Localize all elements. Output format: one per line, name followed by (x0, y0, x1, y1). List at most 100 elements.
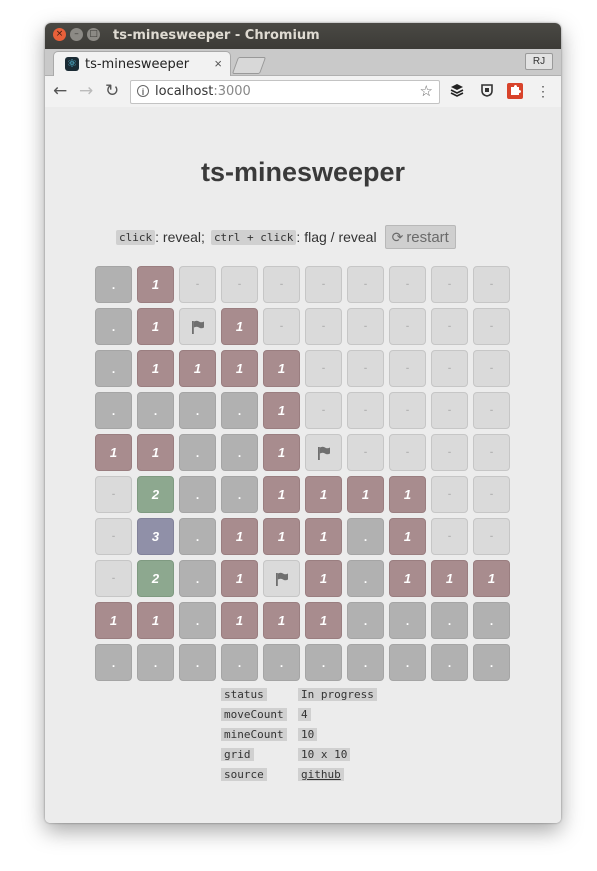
tab-close-icon[interactable]: × (214, 56, 222, 71)
number-cell[interactable]: 1 (221, 602, 258, 639)
hidden-cell[interactable]: - (473, 350, 510, 387)
number-cell[interactable]: 1 (137, 602, 174, 639)
empty-cell[interactable]: . (431, 644, 468, 681)
number-cell[interactable]: 1 (263, 392, 300, 429)
hidden-cell[interactable]: - (95, 560, 132, 597)
empty-cell[interactable]: . (95, 308, 132, 345)
empty-cell[interactable]: . (389, 602, 426, 639)
hidden-cell[interactable]: - (263, 266, 300, 303)
hidden-cell[interactable]: - (95, 518, 132, 555)
reload-icon[interactable]: ↻ (105, 82, 119, 100)
number-cell[interactable]: 1 (221, 518, 258, 555)
hidden-cell[interactable]: - (473, 476, 510, 513)
hidden-cell[interactable]: - (263, 308, 300, 345)
hidden-cell[interactable]: - (389, 266, 426, 303)
flagged-cell[interactable] (263, 560, 300, 597)
empty-cell[interactable]: . (179, 602, 216, 639)
address-bar[interactable]: i localhost:3000 ☆ (130, 80, 440, 104)
number-cell[interactable]: 1 (221, 560, 258, 597)
number-cell[interactable]: 1 (389, 476, 426, 513)
empty-cell[interactable]: . (263, 644, 300, 681)
hidden-cell[interactable]: - (179, 266, 216, 303)
github-link[interactable]: github (298, 768, 344, 781)
hidden-cell[interactable]: - (473, 308, 510, 345)
tab-ts-minesweeper[interactable]: ⚛ ts-minesweeper × (53, 51, 231, 76)
shield-extension-icon[interactable] (479, 83, 495, 99)
empty-cell[interactable]: . (221, 476, 258, 513)
forward-arrow-icon[interactable]: → (79, 82, 93, 100)
hidden-cell[interactable]: - (473, 518, 510, 555)
empty-cell[interactable]: . (95, 644, 132, 681)
empty-cell[interactable]: . (179, 434, 216, 471)
empty-cell[interactable]: . (347, 644, 384, 681)
hidden-cell[interactable]: - (305, 392, 342, 429)
number-cell[interactable]: 1 (263, 602, 300, 639)
hidden-cell[interactable]: - (431, 518, 468, 555)
menu-kebab-icon[interactable]: ⋮ (535, 83, 551, 99)
number-cell[interactable]: 1 (305, 518, 342, 555)
hidden-cell[interactable]: - (347, 350, 384, 387)
empty-cell[interactable]: . (137, 644, 174, 681)
hidden-cell[interactable]: - (473, 392, 510, 429)
hidden-cell[interactable]: - (431, 308, 468, 345)
number-cell[interactable]: 1 (347, 476, 384, 513)
empty-cell[interactable]: . (221, 644, 258, 681)
number-cell[interactable]: 1 (263, 476, 300, 513)
empty-cell[interactable]: . (95, 266, 132, 303)
empty-cell[interactable]: . (179, 560, 216, 597)
empty-cell[interactable]: . (137, 392, 174, 429)
hidden-cell[interactable]: - (431, 350, 468, 387)
empty-cell[interactable]: . (221, 434, 258, 471)
number-cell[interactable]: 1 (221, 308, 258, 345)
hidden-cell[interactable]: - (431, 266, 468, 303)
number-cell[interactable]: 1 (95, 602, 132, 639)
number-cell[interactable]: 1 (389, 518, 426, 555)
number-cell[interactable]: 1 (137, 266, 174, 303)
hidden-cell[interactable]: - (347, 392, 384, 429)
number-cell[interactable]: 1 (179, 350, 216, 387)
empty-cell[interactable]: . (347, 560, 384, 597)
number-cell[interactable]: 2 (137, 476, 174, 513)
hidden-cell[interactable]: - (305, 266, 342, 303)
hidden-cell[interactable]: - (305, 350, 342, 387)
empty-cell[interactable]: . (473, 602, 510, 639)
hidden-cell[interactable]: - (431, 434, 468, 471)
bookmark-star-icon[interactable]: ☆ (420, 82, 433, 100)
hidden-cell[interactable]: - (473, 434, 510, 471)
number-cell[interactable]: 1 (221, 350, 258, 387)
window-maximize-button[interactable]: □ (87, 28, 100, 41)
empty-cell[interactable]: . (347, 602, 384, 639)
layers-extension-icon[interactable] (449, 83, 465, 99)
hidden-cell[interactable]: - (389, 350, 426, 387)
number-cell[interactable]: 1 (263, 518, 300, 555)
number-cell[interactable]: 1 (263, 434, 300, 471)
empty-cell[interactable]: . (389, 644, 426, 681)
profile-button[interactable]: RJ (525, 53, 553, 70)
new-tab-button[interactable] (231, 57, 267, 74)
hidden-cell[interactable]: - (347, 266, 384, 303)
number-cell[interactable]: 1 (95, 434, 132, 471)
number-cell[interactable]: 1 (137, 350, 174, 387)
number-cell[interactable]: 3 (137, 518, 174, 555)
empty-cell[interactable]: . (347, 518, 384, 555)
number-cell[interactable]: 1 (263, 350, 300, 387)
number-cell[interactable]: 1 (305, 560, 342, 597)
empty-cell[interactable]: . (179, 476, 216, 513)
hidden-cell[interactable]: - (347, 434, 384, 471)
hidden-cell[interactable]: - (389, 434, 426, 471)
empty-cell[interactable]: . (95, 392, 132, 429)
restart-button[interactable]: ⟳ restart (384, 225, 456, 249)
empty-cell[interactable]: . (305, 644, 342, 681)
hidden-cell[interactable]: - (431, 476, 468, 513)
flagged-cell[interactable] (179, 308, 216, 345)
number-cell[interactable]: 1 (389, 560, 426, 597)
hidden-cell[interactable]: - (389, 392, 426, 429)
number-cell[interactable]: 1 (431, 560, 468, 597)
empty-cell[interactable]: . (473, 644, 510, 681)
back-arrow-icon[interactable]: ← (53, 82, 67, 100)
empty-cell[interactable]: . (179, 392, 216, 429)
hidden-cell[interactable]: - (473, 266, 510, 303)
hidden-cell[interactable]: - (95, 476, 132, 513)
empty-cell[interactable]: . (179, 518, 216, 555)
empty-cell[interactable]: . (431, 602, 468, 639)
